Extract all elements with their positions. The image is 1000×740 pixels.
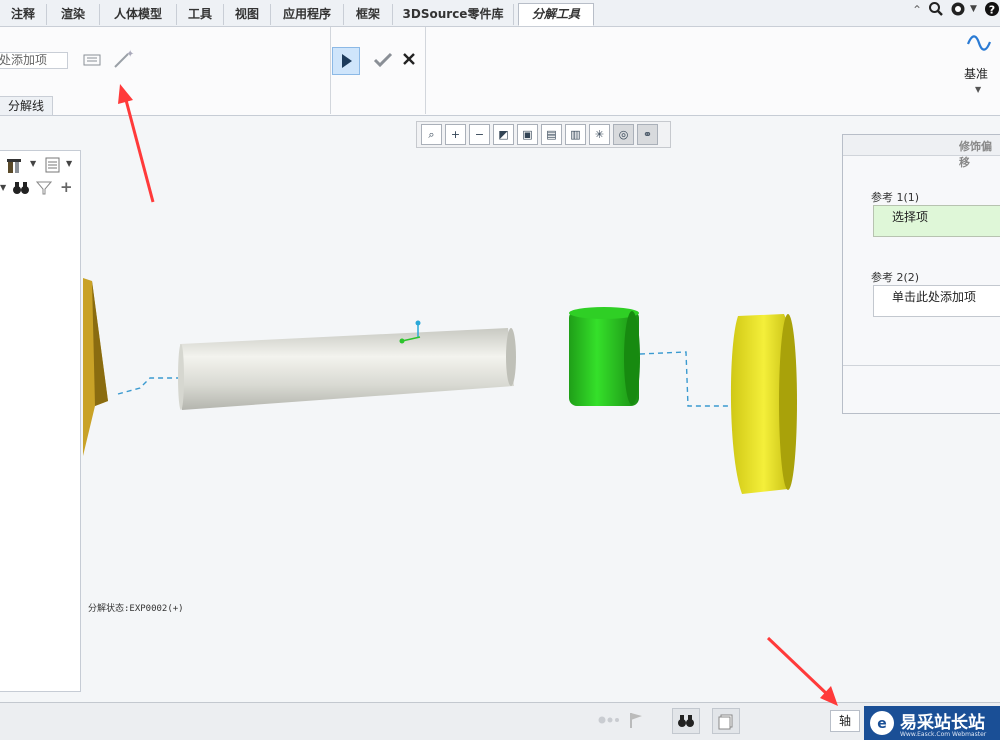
saved-views-icon[interactable]: ▤ xyxy=(541,124,562,145)
reference-2-collector[interactable]: 单击此处添加项 xyxy=(873,285,1000,317)
green-sleeve[interactable] xyxy=(569,307,640,406)
refit-icon[interactable]: ⌕ xyxy=(421,124,442,145)
status-bar: 轴 e 易采站长站 Www.Easck.Com Webmaster xyxy=(0,702,1000,740)
ribbon-divider xyxy=(330,27,331,114)
reference-1-label: 参考 1(1) xyxy=(871,191,920,204)
group-tab-explode-lines[interactable]: 分解线 xyxy=(0,96,53,116)
dialog-divider xyxy=(843,365,1000,366)
watermark-text: 易采站长站 xyxy=(900,713,985,733)
filter-icon[interactable] xyxy=(35,180,53,196)
tab-framework[interactable]: 框架 xyxy=(344,4,393,25)
tab-view[interactable]: 视图 xyxy=(224,4,271,25)
ribbon-panel: 处添加项 ✦ 分解线 基准 ▼ xyxy=(0,27,1000,116)
cosmetic-offset-dialog: 修饰偏移 参考 1(1) 选择项 参考 2(2) 单击此处添加项 xyxy=(842,134,1000,414)
filter-select-axis[interactable]: 轴 xyxy=(830,710,860,732)
tab-annotate[interactable]: 注释 xyxy=(0,4,47,25)
dropdown-arrow-icon[interactable]: ▼ xyxy=(30,159,36,168)
repaint-icon[interactable]: ◩ xyxy=(493,124,514,145)
annotation-display-icon[interactable]: ⚭ xyxy=(637,124,658,145)
tab-applications[interactable]: 应用程序 xyxy=(271,4,344,25)
tab-3dsource-library[interactable]: 3DSource零件库 xyxy=(393,4,514,25)
model-tree-panel: ▼ ▼ ▼ + xyxy=(0,150,81,692)
reference-2-label: 参考 2(2) xyxy=(871,271,920,284)
binoculars-icon[interactable] xyxy=(12,180,30,196)
find-binoculars-button[interactable] xyxy=(672,708,700,734)
help-icon[interactable]: ? xyxy=(984,1,1000,17)
plus-icon[interactable]: + xyxy=(60,178,73,196)
shaft-cylinder[interactable] xyxy=(178,328,516,410)
dialog-titlebar: 修饰偏移 xyxy=(843,135,1000,169)
datum-sketch-icon[interactable] xyxy=(966,32,992,54)
search-icon[interactable] xyxy=(928,1,944,17)
list-icon[interactable] xyxy=(44,156,62,174)
reference-collector-field[interactable]: 处添加项 xyxy=(0,52,68,69)
view-manager-icon[interactable]: ▥ xyxy=(565,124,586,145)
svg-text:e: e xyxy=(877,716,887,732)
zoom-in-icon[interactable]: + xyxy=(445,124,466,145)
ribbon-divider xyxy=(425,27,426,114)
svg-text:✦: ✦ xyxy=(126,49,134,60)
play-button[interactable] xyxy=(332,47,360,75)
watermark-subtext: Www.Easck.Com Webmaster xyxy=(900,731,987,738)
magic-wand-icon[interactable]: ✦ xyxy=(112,48,136,70)
ribbon-tab-bar: 注释 渲染 人体模型 工具 视图 应用程序 框架 3DSource零件库 分解工… xyxy=(0,0,1000,27)
tab-human-model[interactable]: 人体模型 xyxy=(100,4,177,25)
dropdown-arrow-icon[interactable]: ▼ xyxy=(970,4,977,14)
collapse-ribbon-icon[interactable]: ⌃ xyxy=(912,3,922,17)
datum-label[interactable]: 基准 xyxy=(964,65,988,82)
spin-center-icon[interactable]: ◎ xyxy=(613,124,634,145)
watermark-logo: e 易采站长站 Www.Easck.Com Webmaster xyxy=(864,706,1000,740)
svg-text:?: ? xyxy=(989,4,995,17)
regen-status-icon xyxy=(598,713,624,727)
tab-render[interactable]: 渲染 xyxy=(47,4,100,25)
tab-explode-tool[interactable]: 分解工具 xyxy=(518,3,594,26)
display-style-icon[interactable]: ▣ xyxy=(517,124,538,145)
view-toolbar: ⌕ + − ◩ ▣ ▤ ▥ ✳ ◎ ⚭ xyxy=(416,121,671,148)
reference-1-collector[interactable]: 选择项 xyxy=(873,205,1000,237)
tools-icon[interactable] xyxy=(6,157,26,175)
zoom-out-icon[interactable]: − xyxy=(469,124,490,145)
reference-1-value: 选择项 xyxy=(892,210,929,224)
flag-icon[interactable] xyxy=(628,711,644,729)
confirm-check-icon[interactable] xyxy=(372,49,394,71)
dropdown-arrow-icon[interactable]: ▼ xyxy=(0,183,6,192)
yellow-ring[interactable] xyxy=(730,314,797,494)
dialog-title: 修饰偏移 xyxy=(959,140,992,169)
cancel-x-icon[interactable] xyxy=(400,50,418,68)
datum-display-icon[interactable]: ✳ xyxy=(589,124,610,145)
reference-2-value: 单击此处添加项 xyxy=(892,290,977,304)
tab-tools[interactable]: 工具 xyxy=(177,4,224,25)
explode-state-label: 分解状态:EXP0002(+) xyxy=(88,604,184,614)
chevron-down-icon[interactable]: ▼ xyxy=(975,85,981,94)
dropdown-arrow-icon[interactable]: ▼ xyxy=(66,159,72,168)
selection-filter-button[interactable] xyxy=(712,708,740,734)
gold-end-part[interactable] xyxy=(83,278,108,456)
properties-icon[interactable] xyxy=(82,52,102,68)
community-icon[interactable] xyxy=(950,1,966,17)
